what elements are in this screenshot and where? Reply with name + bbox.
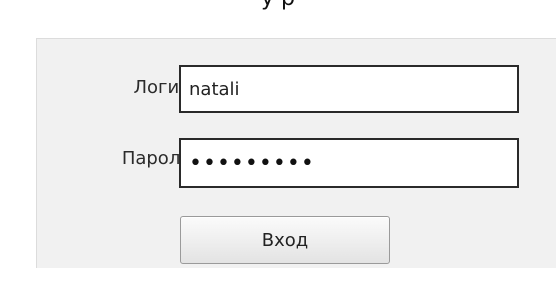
- top-caption-fragment: у р: [0, 0, 556, 11]
- password-label: Пароль:: [121, 148, 197, 169]
- login-input[interactable]: natali: [179, 65, 519, 113]
- login-panel: Логин: natali Пароль: ••••••••• Вход: [36, 38, 556, 268]
- password-input[interactable]: •••••••••: [179, 138, 519, 188]
- login-button[interactable]: Вход: [180, 216, 390, 264]
